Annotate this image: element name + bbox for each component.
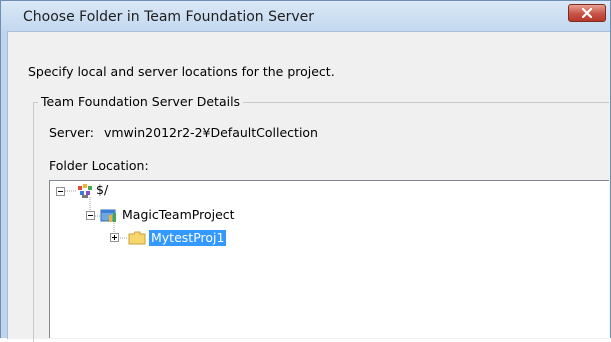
collapse-toggle[interactable] [86,211,95,220]
tree-node-label-selected[interactable]: MytestProj1 [149,230,227,246]
tree-node-label[interactable]: MagicTeamProject [122,207,235,223]
folder-icon [128,231,146,245]
tree-node-label[interactable]: $/ [96,182,108,198]
close-button[interactable] [568,4,606,22]
title-bar[interactable]: Choose Folder in Team Foundation Server [1,1,610,31]
expand-toggle[interactable] [110,233,119,242]
server-info: Server: vmwin2012r2-2¥DefaultCollection [49,125,318,140]
folder-tree[interactable]: $/ MagicTeamProject MytestProj1 [49,180,609,338]
groupbox-title: Team Foundation Server Details [38,94,244,109]
collapse-toggle[interactable] [56,187,65,196]
team-project-icon [100,209,116,222]
dialog-description: Specify local and server locations for t… [28,64,335,79]
window-title: Choose Folder in Team Foundation Server [23,9,315,25]
folder-location-label: Folder Location: [49,158,149,173]
server-label: Server: [49,125,94,140]
server-value: vmwin2012r2-2¥DefaultCollection [103,125,318,140]
close-icon [582,8,592,18]
tfs-server-icon [78,184,92,198]
